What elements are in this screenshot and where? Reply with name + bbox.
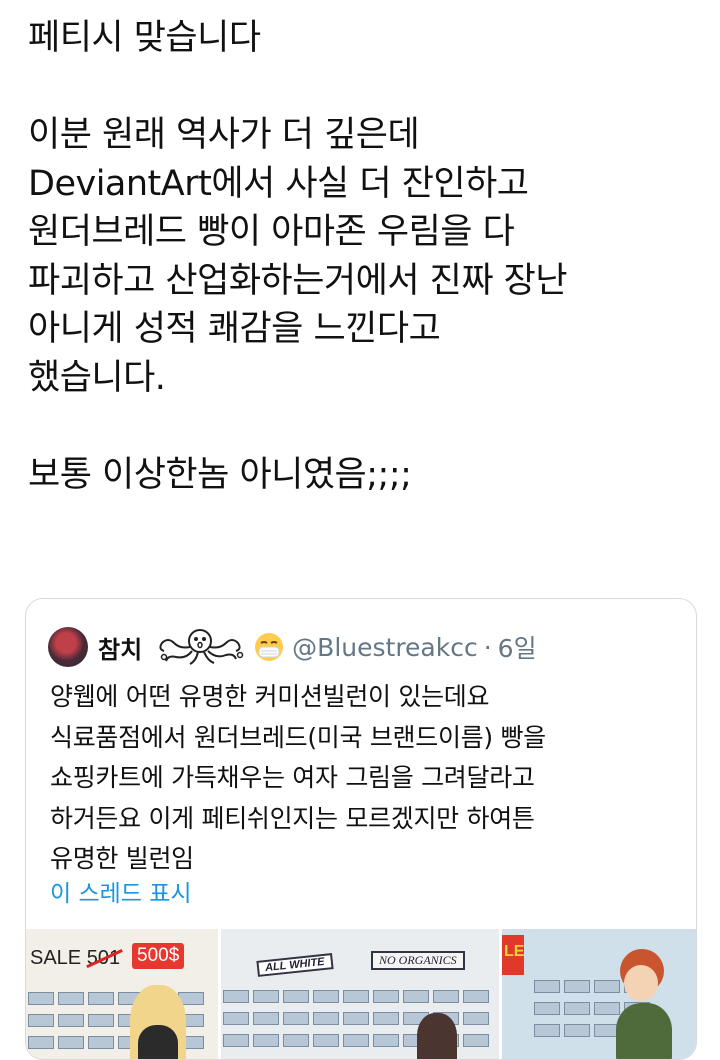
shelf-row bbox=[532, 979, 696, 993]
shelf-row bbox=[532, 1001, 696, 1015]
red-sale-sign: LE bbox=[502, 935, 524, 975]
quoted-display-name[interactable]: 참치 bbox=[98, 630, 142, 665]
figure-hair bbox=[417, 1013, 457, 1059]
shelf-row bbox=[26, 1013, 218, 1027]
price-tag: 500$ bbox=[132, 943, 185, 969]
quoted-handle[interactable]: @Bluestreakcc bbox=[292, 633, 478, 662]
shelf-row bbox=[221, 1011, 499, 1025]
all-white-sign: ALL WHITE bbox=[256, 953, 334, 977]
shelf-row bbox=[26, 991, 218, 1005]
quoted-tweet-card[interactable]: 참치 @Bluestreakcc · 6일 양웹에 어떤 유명한 커미션빌런이 … bbox=[25, 598, 697, 1060]
figure-dress bbox=[138, 1025, 178, 1059]
quoted-timestamp[interactable]: 6일 bbox=[498, 629, 537, 665]
sale-sign: SALE 501 bbox=[30, 947, 120, 970]
media-image-3[interactable]: LE bbox=[502, 929, 696, 1059]
avatar[interactable] bbox=[48, 627, 88, 667]
quoted-tweet-text: 양웹에 어떤 유명한 커미션빌런이 있는데요 식료품점에서 원더브레드(미국 브… bbox=[50, 682, 546, 873]
figure-face bbox=[624, 965, 658, 1001]
shelf-row bbox=[26, 1035, 218, 1049]
old-price: 501 bbox=[86, 947, 121, 969]
media-image-2[interactable]: ALL WHITE NO ORGANICS bbox=[221, 929, 499, 1059]
shelf-row bbox=[221, 989, 499, 1003]
separator-dot: · bbox=[483, 632, 492, 662]
tweet-text: 페티시 맞습니다 이분 원래 역사가 더 깊은데 DeviantArt에서 사실… bbox=[28, 18, 568, 495]
no-organics-sign: NO ORGANICS bbox=[371, 951, 465, 970]
figure-dress bbox=[616, 1003, 672, 1059]
sale-sign-text: LE bbox=[504, 943, 525, 960]
media-image-1[interactable]: SALE 501 500$ bbox=[26, 929, 218, 1059]
quoted-tweet-header: 참치 @Bluestreakcc · 6일 bbox=[48, 627, 537, 667]
shelf-row bbox=[221, 1033, 499, 1047]
sale-label: SALE bbox=[30, 947, 82, 969]
octopus-doodle-icon bbox=[159, 629, 244, 665]
mask-face-emoji-icon bbox=[255, 633, 284, 661]
media-grid[interactable]: SALE 501 500$ ALL WHITE NO ORGANICS LE bbox=[26, 929, 696, 1059]
show-thread-link[interactable]: 이 스레드 표시 bbox=[50, 874, 192, 908]
